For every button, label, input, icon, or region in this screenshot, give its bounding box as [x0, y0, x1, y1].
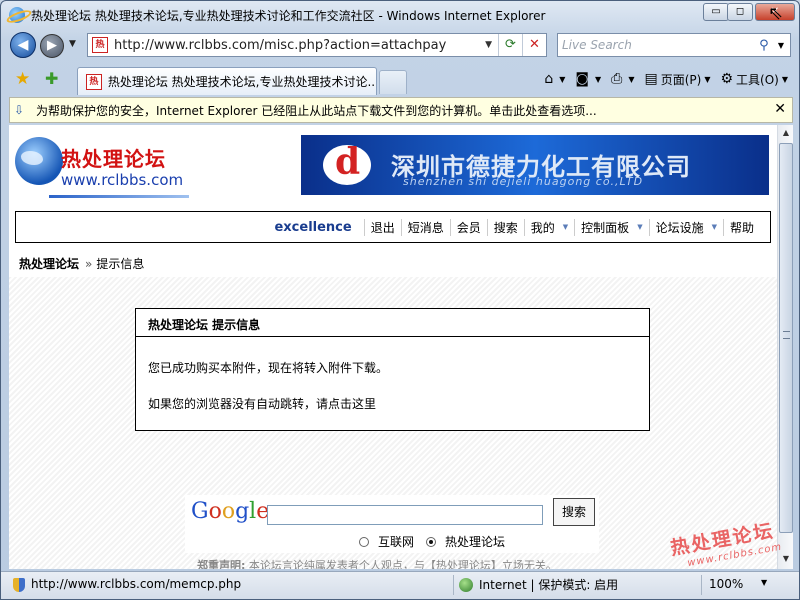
favorites-star-icon[interactable]: ★: [15, 69, 30, 89]
radio-site[interactable]: [426, 536, 437, 547]
logo-underline: [49, 195, 189, 198]
address-row: ◀ ▶ ▼ 热 http://www.rclbbs.com/misc.php?a…: [1, 29, 799, 63]
arrow-left-icon: ◀: [17, 37, 29, 53]
google-search-panel: Google™ 搜索 互联网 热处理论坛: [185, 495, 599, 553]
add-favorite-icon[interactable]: ✚: [45, 69, 58, 88]
ie-logo-icon: [9, 7, 25, 23]
menu-search[interactable]: 搜索: [486, 218, 524, 236]
username-link[interactable]: excellence: [274, 220, 351, 235]
security-zone[interactable]: Internet | 保护模式: 启用: [459, 576, 618, 593]
status-url: http://www.rclbbs.com/memcp.php: [31, 577, 242, 591]
zoom-level[interactable]: 100%: [709, 577, 743, 591]
print-button[interactable]: ⎙ ▼: [606, 69, 639, 89]
stop-icon[interactable]: ✕: [522, 34, 546, 56]
tab-favicon-icon: 热: [86, 73, 102, 90]
grip-icon: [783, 331, 790, 339]
site-logo-globe-icon[interactable]: [15, 137, 63, 185]
tab-current[interactable]: 热 热处理论坛 热处理技术论坛,专业热处理技术讨论...: [77, 67, 377, 95]
site-favicon-icon: 热: [92, 37, 108, 53]
tools-menu[interactable]: ⚙ 工具(O) ▼: [715, 69, 793, 89]
tab-title: 热处理论坛 热处理技术论坛,专业热处理技术讨论...: [107, 75, 376, 89]
breadcrumb: 热处理论坛 » 提示信息: [19, 255, 144, 272]
address-dropdown[interactable]: ▼: [479, 40, 498, 50]
rss-icon: ◙: [575, 71, 589, 87]
ad-banner[interactable]: 深圳市德捷力化工有限公司 shenzhen shi dejieli huagon…: [301, 135, 769, 195]
disclaimer: 郑重声明: 本论坛言论纯属发表者个人观点，与【热处理论坛】立场无关。: [197, 559, 557, 569]
search-input[interactable]: Live Search: [562, 38, 750, 52]
breadcrumb-home-link[interactable]: 热处理论坛: [19, 257, 79, 271]
menu-forum-tools[interactable]: 论坛设施 ▼: [648, 218, 723, 236]
infobar-text: 为帮助保护您的安全，Internet Explorer 已经阻止从此站点下载文件…: [36, 103, 597, 118]
address-url[interactable]: http://www.rclbbs.com/misc.php?action=at…: [114, 38, 479, 53]
page-content: 热处理论坛 www.rclbbs.com 深圳市德捷力化工有限公司 shenzh…: [9, 125, 777, 569]
search-icon[interactable]: ⚲: [750, 38, 778, 53]
security-infobar[interactable]: ⇩ 为帮助保护您的安全，Internet Explorer 已经阻止从此站点下载…: [9, 97, 793, 123]
forum-menu-bar: excellence 退出 短消息 会员 搜索 我的 ▼ 控制面板 ▼ 论坛设施 ▼ …: [15, 211, 771, 243]
search-scope-options: 互联网 热处理论坛: [359, 533, 517, 550]
arrow-right-icon: ▶: [47, 38, 57, 53]
status-bar: http://www.rclbbs.com/memcp.php Internet…: [1, 571, 799, 599]
radio-web[interactable]: [359, 536, 369, 547]
scroll-up-icon[interactable]: ▲: [779, 125, 793, 141]
maximize-button[interactable]: ◻: [727, 3, 753, 21]
download-blocked-icon: ⇩: [14, 103, 25, 117]
window-title: 热处理论坛 热处理技术论坛,专业热处理技术讨论和工作交流社区 - Windows…: [31, 8, 546, 23]
page-menu[interactable]: ▤ 页面(P) ▼: [639, 69, 715, 89]
printer-icon: ⎙: [611, 71, 623, 87]
radio-site-label[interactable]: 热处理论坛: [445, 533, 505, 550]
home-button[interactable]: ⌂ ▼: [539, 69, 570, 89]
site-logo-title[interactable]: 热处理论坛: [61, 143, 166, 172]
title-bar: 热处理论坛 热处理技术论坛,专业热处理技术讨论和工作交流社区 - Windows…: [1, 1, 799, 29]
search-box[interactable]: Live Search ⚲ ▼: [557, 33, 791, 57]
chevron-down-icon: ▼: [637, 223, 643, 231]
new-tab-button[interactable]: [379, 70, 407, 94]
back-button[interactable]: ◀: [10, 32, 36, 58]
zoom-dropdown-icon[interactable]: ▼: [761, 578, 767, 587]
feeds-button[interactable]: ◙ ▼: [570, 69, 606, 89]
message-text: 您已成功购买本附件，现在将转入附件下载。: [148, 361, 389, 375]
breadcrumb-separator: »: [85, 257, 93, 271]
menu-control-panel[interactable]: 控制面板 ▼: [574, 218, 648, 236]
banner-logo-icon: [323, 141, 371, 185]
menu-logout[interactable]: 退出: [363, 218, 401, 236]
menu-members[interactable]: 会员: [449, 218, 487, 236]
home-icon: ⌂: [544, 71, 554, 87]
google-logo: Google™: [191, 499, 275, 524]
tab-row: ★ ✚ 热 热处理论坛 热处理技术论坛,专业热处理技术讨论... ⌂ ▼ ◙ ▼ ⎙…: [1, 63, 799, 95]
menu-messages[interactable]: 短消息: [400, 218, 450, 236]
globe-icon: [459, 577, 473, 592]
message-title: 热处理论坛 提示信息: [136, 309, 649, 337]
redirect-link[interactable]: 如果您的浏览器没有自动跳转，请点击这里: [148, 395, 376, 412]
vertical-scrollbar[interactable]: ▲ ▼: [777, 125, 793, 569]
radio-web-label[interactable]: 互联网: [378, 533, 414, 550]
message-box: 热处理论坛 提示信息 您已成功购买本附件，现在将转入附件下载。 如果您的浏览器没…: [135, 308, 650, 431]
close-infobar-icon[interactable]: ✕: [774, 101, 786, 117]
breadcrumb-current: 提示信息: [96, 257, 145, 271]
command-bar: ⌂ ▼ ◙ ▼ ⎙ ▼ ▤ 页面(P) ▼ ⚙ 工具(O) ▼: [539, 69, 793, 89]
recent-pages-dropdown[interactable]: ▼: [69, 39, 76, 49]
minimize-button[interactable]: ▭: [703, 3, 729, 21]
shield-icon: [13, 578, 25, 592]
mouse-cursor-icon: ⇖: [768, 3, 784, 24]
page-icon: ▤: [644, 71, 658, 87]
browser-window: 热处理论坛 热处理技术论坛,专业热处理技术讨论和工作交流社区 - Windows…: [0, 0, 800, 600]
refresh-icon[interactable]: ⟳: [498, 34, 522, 56]
search-provider-dropdown[interactable]: ▼: [778, 41, 790, 50]
menu-help[interactable]: 帮助: [722, 218, 760, 236]
gear-icon: ⚙: [720, 71, 734, 87]
google-search-input[interactable]: [267, 505, 543, 525]
google-search-button[interactable]: 搜索: [553, 498, 595, 526]
site-logo-url[interactable]: www.rclbbs.com: [61, 171, 183, 189]
menu-my[interactable]: 我的 ▼: [523, 218, 574, 236]
forward-button[interactable]: ▶: [40, 34, 64, 58]
banner-subtitle: shenzhen shi dejieli huagong co.,LTD: [403, 175, 644, 188]
scrollbar-thumb[interactable]: [779, 143, 793, 533]
address-bar[interactable]: 热 http://www.rclbbs.com/misc.php?action=…: [87, 33, 547, 57]
chevron-down-icon: ▼: [711, 223, 717, 231]
chevron-down-icon: ▼: [562, 223, 569, 231]
